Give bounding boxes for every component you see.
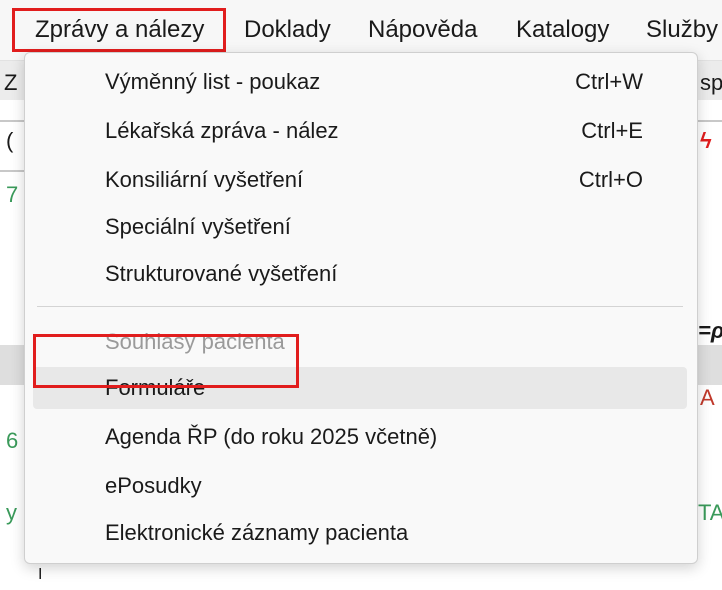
- menu-item-label: Konsiliární vyšetření: [105, 167, 304, 192]
- background-divider-left-2: [0, 170, 24, 172]
- menu-item-label: Speciální vyšetření: [105, 214, 291, 239]
- background-row-right: [696, 345, 722, 385]
- background-text-fragment: y: [6, 500, 17, 525]
- menu-item-label: Lékařská zpráva - nález: [105, 118, 339, 143]
- menu-item-shortcut: Ctrl+W: [575, 69, 643, 94]
- menu-item-konsiliarni-vysetreni[interactable]: Konsiliární vyšetření Ctrl+O: [33, 159, 687, 201]
- menu-item-vymenny-list[interactable]: Výměnný list - poukaz Ctrl+W: [33, 61, 687, 103]
- screen: Z ( 7 6 y I sp ϟ =ρ A TA Zprávy a nálezy…: [0, 0, 722, 590]
- menu-item-shortcut: Ctrl+E: [581, 118, 643, 143]
- background-text-fragment: sp: [700, 70, 722, 95]
- background-text-fragment: 6: [6, 428, 19, 453]
- menu-doklady[interactable]: Doklady: [244, 8, 331, 52]
- background-text-fragment: (: [6, 128, 14, 153]
- background-text-fragment: A: [700, 385, 715, 410]
- background-row-left: [0, 345, 24, 385]
- menu-item-elektronicke-zaznamy[interactable]: Elektronické záznamy pacienta: [33, 512, 687, 554]
- background-text-fragment: =ρ: [698, 318, 722, 343]
- menu-item-label: Elektronické záznamy pacienta: [105, 520, 409, 545]
- menu-item-agenda-rp[interactable]: Agenda ŘP (do roku 2025 včetně): [33, 416, 687, 458]
- menu-katalogy[interactable]: Katalogy: [516, 8, 609, 52]
- menu-napoveda[interactable]: Nápověda: [368, 8, 477, 52]
- background-text-fragment: I: [38, 566, 43, 583]
- menu-item-lekarska-zprava[interactable]: Lékařská zpráva - nález Ctrl+E: [33, 110, 687, 152]
- menu-zpravy-a-nalezy[interactable]: Zprávy a nálezy: [12, 8, 226, 52]
- background-divider-left: [0, 120, 24, 122]
- dropdown-menu: Výměnný list - poukaz Ctrl+W Lékařská zp…: [24, 52, 698, 564]
- background-text-fragment: TA: [698, 500, 722, 525]
- highlight-outline: [33, 334, 299, 388]
- menu-item-label: Strukturované vyšetření: [105, 261, 338, 286]
- lightning-icon: ϟ: [700, 128, 712, 153]
- background-text-fragment: Z: [4, 70, 18, 95]
- menu-separator: [37, 306, 683, 307]
- menu-item-shortcut: Ctrl+O: [578, 167, 643, 192]
- menu-item-eposudky[interactable]: ePosudky: [33, 465, 687, 507]
- menu-item-label: ePosudky: [105, 473, 202, 498]
- background-text-fragment: 7: [6, 182, 19, 207]
- menu-item-specialni-vysetreni[interactable]: Speciální vyšetření: [33, 206, 687, 248]
- menu-item-strukturovane-vysetreni[interactable]: Strukturované vyšetření: [33, 253, 687, 295]
- background-divider-right: [696, 120, 722, 122]
- menu-item-label: Agenda ŘP (do roku 2025 včetně): [105, 424, 438, 449]
- menu-sluzby[interactable]: Služby: [646, 8, 718, 52]
- menu-item-label: Výměnný list - poukaz: [105, 69, 321, 94]
